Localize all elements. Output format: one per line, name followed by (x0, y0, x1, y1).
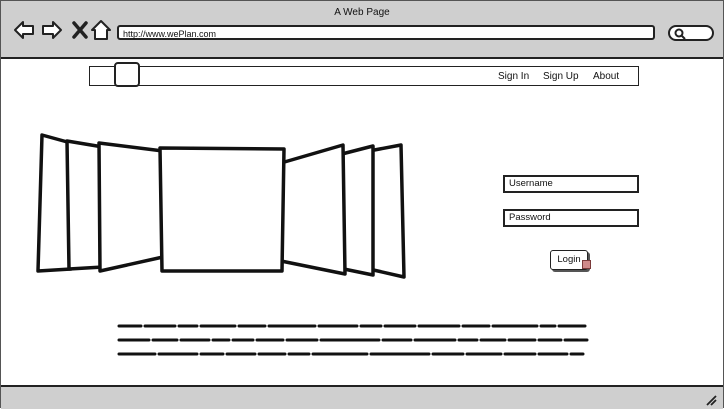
browser-search-field[interactable] (668, 25, 714, 41)
window-title: A Web Page (334, 7, 390, 18)
image-carousel[interactable] (31, 129, 411, 281)
nav-sign-up-link[interactable]: Sign Up (543, 71, 579, 82)
browser-window: A Web Page http://www.wePlan.com Sign In… (0, 0, 724, 409)
browser-chrome: A Web Page http://www.wePlan.com (1, 1, 723, 59)
cursor-badge-icon (582, 260, 591, 269)
resize-grip-icon[interactable] (705, 394, 717, 406)
nav-about-link[interactable]: About (593, 71, 619, 82)
back-arrow-icon[interactable] (13, 19, 35, 41)
home-icon[interactable] (90, 19, 112, 41)
password-field[interactable]: Password (503, 209, 639, 227)
carousel-slide-left-1 (97, 141, 165, 273)
carousel-slide-right-1 (279, 143, 347, 276)
carousel-slide-center (158, 146, 286, 273)
placeholder-text-scribble (117, 324, 589, 356)
close-x-icon[interactable] (69, 19, 91, 41)
browser-status-bar (1, 385, 723, 409)
nav-sign-in-link[interactable]: Sign In (498, 71, 529, 82)
site-logo-placeholder[interactable] (114, 62, 140, 87)
username-field[interactable]: Username (503, 175, 639, 193)
search-icon (674, 28, 686, 40)
forward-arrow-icon[interactable] (41, 19, 63, 41)
address-bar[interactable]: http://www.wePlan.com (117, 25, 655, 40)
